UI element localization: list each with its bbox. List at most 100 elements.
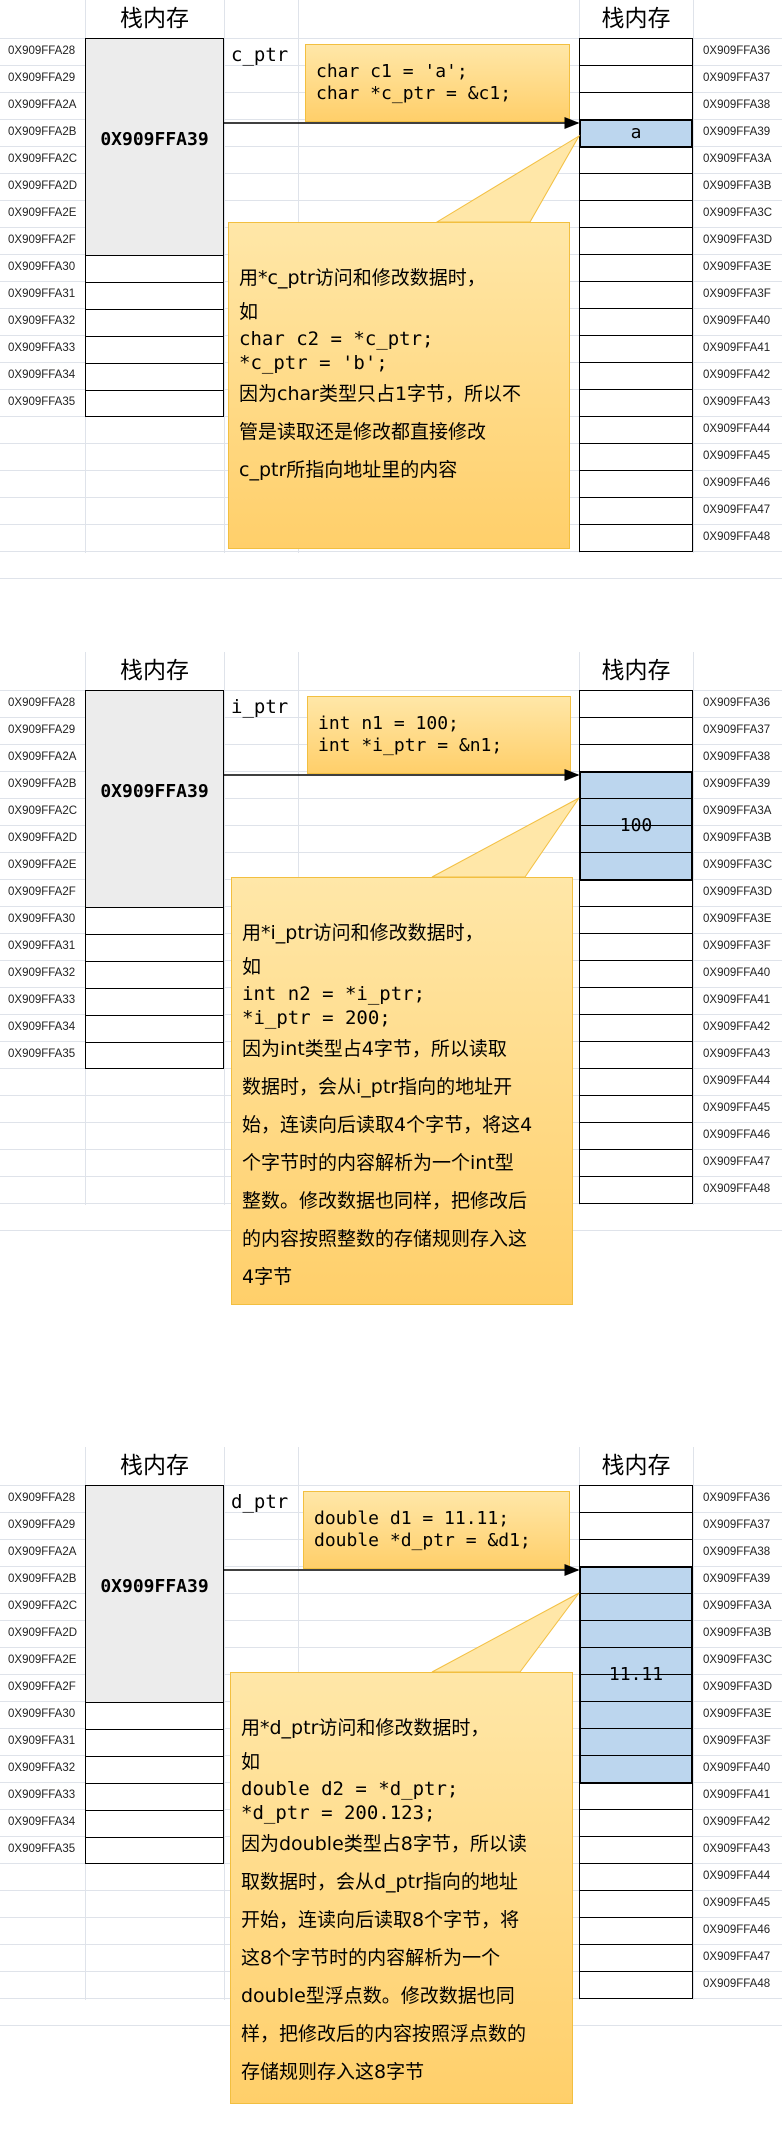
explanation-note: 用*d_ptr访问和修改数据时， 如 double d2 = *d_ptr; *d_p…	[230, 1672, 573, 2104]
address-label: 0X909FFA29	[8, 1519, 76, 1531]
address-label: 0X909FFA42	[703, 369, 771, 381]
explanation-intro: 用*c_ptr访问和修改数据时，	[239, 267, 486, 289]
left-stack-header: 栈内存	[120, 658, 189, 684]
address-label: 0X909FFA41	[703, 1789, 771, 1801]
pointer-value: 0X909FFA39	[100, 781, 209, 802]
address-label: 0X909FFA3C	[703, 207, 773, 219]
memory-cell	[580, 498, 692, 525]
explanation-note: 用*i_ptr访问和修改数据时， 如 int n2 = *i_ptr; *i_ptr …	[231, 877, 573, 1305]
explanation-intro: 用*i_ptr访问和修改数据时，	[242, 922, 484, 944]
memory-cell-border	[86, 309, 223, 310]
memory-cell	[580, 66, 692, 93]
address-label: 0X909FFA3C	[703, 859, 773, 871]
address-label: 0X909FFA3B	[703, 180, 772, 192]
explanation-example-label: 如	[241, 1751, 261, 1773]
memory-cell	[580, 1513, 692, 1540]
address-label: 0X909FFA2C	[8, 1600, 78, 1612]
address-label: 0X909FFA48	[703, 1978, 771, 1990]
declaration-note: double d1 = 11.11; double *d_ptr = &d1;	[303, 1491, 570, 1569]
memory-column: a	[579, 38, 693, 552]
address-label: 0X909FFA2E	[8, 859, 77, 871]
memory-cell	[580, 907, 692, 934]
address-label: 0X909FFA29	[8, 72, 76, 84]
explanation-code-line: *i_ptr = 200;	[242, 1007, 391, 1029]
memory-cell	[580, 1015, 692, 1042]
address-label: 0X909FFA36	[703, 697, 771, 709]
memory-cell	[580, 174, 692, 201]
explanation-line: double型浮点数。修改数据也同	[241, 1985, 515, 2007]
memory-cell-border	[86, 934, 223, 935]
address-label: 0X909FFA41	[703, 994, 771, 1006]
pointer-memory-column: 0X909FFA39	[85, 38, 224, 417]
memory-panel-3: 栈内存 栈内存 0X909FFA28 0X909FFA29 0X909FFA2A 0X90…	[0, 1447, 782, 2104]
address-label: 0X909FFA38	[703, 1546, 771, 1558]
explanation-line: 的内容按照整数的存储规则存入这	[242, 1228, 528, 1250]
address-label: 0X909FFA31	[8, 1735, 76, 1747]
address-label: 0X909FFA43	[703, 1048, 771, 1060]
stored-value: 100	[619, 814, 653, 836]
explanation-line: 管是读取还是修改都直接修改	[239, 421, 487, 443]
memory-cell-border	[86, 255, 223, 256]
explanation-line: 存储规则存入这8字节	[241, 2061, 425, 2083]
memory-cell-border	[86, 363, 223, 364]
memory-column: 11.11	[579, 1485, 693, 1999]
memory-cell	[580, 1918, 692, 1945]
address-label: 0X909FFA43	[703, 396, 771, 408]
memory-cell-border	[86, 1783, 223, 1784]
address-label: 0X909FFA2E	[8, 207, 77, 219]
memory-cell-border	[86, 1837, 223, 1838]
address-label: 0X909FFA3D	[703, 886, 773, 898]
memory-cell	[580, 363, 692, 390]
memory-cell	[580, 147, 692, 174]
explanation-line: 因为char类型只占1字节，所以不	[239, 383, 522, 405]
memory-cell	[580, 201, 692, 228]
address-label: 0X909FFA36	[703, 45, 771, 57]
address-label: 0X909FFA47	[703, 1951, 771, 1963]
explanation-intro: 用*d_ptr访问和修改数据时，	[241, 1717, 490, 1739]
memory-cell	[580, 471, 692, 498]
memory-cell	[580, 880, 692, 907]
explanation-line: 因为int类型占4字节，所以读取	[242, 1038, 507, 1060]
address-label: 0X909FFA2D	[8, 832, 78, 844]
memory-cell	[580, 255, 692, 282]
address-label: 0X909FFA34	[8, 369, 76, 381]
declaration-code-line: char c1 = 'a';	[316, 61, 468, 82]
address-label: 0X909FFA2C	[8, 805, 78, 817]
pointer-variable-name: i_ptr	[231, 696, 289, 718]
address-label: 0X909FFA41	[703, 342, 771, 354]
explanation-example-label: 如	[239, 301, 259, 323]
memory-cell-border	[86, 1702, 223, 1703]
address-label: 0X909FFA2C	[8, 153, 78, 165]
explanation-line: 因为double类型占8字节，所以读	[241, 1833, 527, 1855]
right-stack-header: 栈内存	[601, 6, 671, 32]
memory-cell	[580, 309, 692, 336]
address-label: 0X909FFA29	[8, 724, 76, 736]
memory-cell-border	[86, 1810, 223, 1811]
address-label: 0X909FFA32	[8, 1762, 76, 1774]
explanation-code-line: *c_ptr = 'b';	[239, 352, 388, 374]
address-label: 0X909FFA32	[8, 315, 76, 327]
address-label: 0X909FFA2F	[8, 886, 76, 898]
declaration-note: int n1 = 100; int *i_ptr = &n1;	[307, 696, 571, 774]
memory-column: 100	[579, 690, 693, 1204]
address-label: 0X909FFA44	[703, 1075, 771, 1087]
address-label: 0X909FFA39	[703, 778, 771, 790]
address-label: 0X909FFA38	[703, 99, 771, 111]
address-label: 0X909FFA3A	[703, 153, 772, 165]
memory-cell	[580, 282, 692, 309]
callout-tail	[435, 134, 581, 223]
memory-cell	[580, 1177, 692, 1204]
memory-cell	[580, 1123, 692, 1150]
address-label: 0X909FFA45	[703, 1897, 771, 1909]
address-label: 0X909FFA3B	[703, 832, 772, 844]
address-label: 0X909FFA39	[703, 126, 771, 138]
explanation-code-line: double d2 = *d_ptr;	[241, 1778, 459, 1800]
address-label: 0X909FFA2F	[8, 1681, 76, 1693]
address-label: 0X909FFA34	[8, 1816, 76, 1828]
explanation-line: 取数据时，会从d_ptr指向的地址	[241, 1871, 518, 1893]
memory-cell-border	[86, 336, 223, 337]
memory-cell	[580, 1783, 692, 1810]
address-label: 0X909FFA46	[703, 1924, 771, 1936]
explanation-code-line: *d_ptr = 200.123;	[241, 1802, 436, 1824]
address-label: 0X909FFA46	[703, 477, 771, 489]
